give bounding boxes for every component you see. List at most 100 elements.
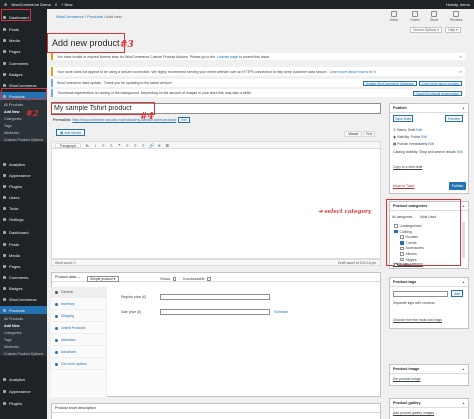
collapse-icon[interactable]: ▲ [462,204,465,208]
toolbar-button-icon[interactable]: 🔗 [149,143,154,148]
sidebar-item-tags[interactable]: Tags [0,336,47,343]
add-gallery-images-link[interactable]: Add product gallery images [393,411,434,415]
category-clothing[interactable]: Clothing [394,230,412,234]
category-checkbox[interactable] [400,252,404,256]
sidebar-item-plugins[interactable]: Plugins [0,182,47,190]
sidebar-item-plugins[interactable]: Plugins [0,399,47,407]
sidebar-item-settings[interactable]: Settings [0,215,47,223]
inbox-icon[interactable]: Inbox [390,11,398,22]
virtual-option[interactable]: Virtual: [160,277,176,281]
permalink-edit-button[interactable]: Edit [178,117,190,123]
sidebar-item-categories[interactable]: Categories [0,115,47,122]
toolbar-button-icon[interactable]: ⊞ [165,143,169,148]
add-tag-button[interactable]: Add [451,290,463,297]
category-t-shirts[interactable]: T-shirts [400,241,417,245]
sidebar-item-analytics[interactable]: Analytics [0,375,47,383]
tab-shipping[interactable]: Shipping [51,311,107,322]
category-singles[interactable]: Singles [400,258,417,262]
publish-button[interactable]: Publish [449,182,466,190]
stock-icon[interactable]: Stock [430,11,438,22]
cancel-thumbnail-button[interactable]: Cancel thumbnail regeneration [412,90,462,96]
downloadable-option[interactable]: Downloadable: [183,277,211,281]
tab-linked-products[interactable]: Linked Products [51,323,107,334]
toolbar-button-icon[interactable]: ✕ [157,143,161,148]
tag-input[interactable] [393,291,448,297]
new-content-link[interactable]: + New [61,2,72,7]
sidebar-item-comments[interactable]: Comments [0,59,47,67]
sidebar-item-custom-product-options[interactable]: Custom Product Options [0,350,47,357]
toolbar-button-icon[interactable]: B [85,143,89,148]
tab-most-used[interactable]: Most Used [420,215,436,219]
downloadable-checkbox[interactable] [207,277,211,281]
sidebar-item-comments[interactable]: Comments [0,273,47,281]
sidebar-item-appearance[interactable]: Appearance [0,171,47,179]
tab-get-more-options[interactable]: Get more options [51,359,107,370]
editor-content-area[interactable] [51,149,381,259]
tab-all-categories[interactable]: All categories [392,215,412,219]
sidebar-item-attributes[interactable]: Attributes [0,343,47,350]
tab-text[interactable]: Text [363,131,375,137]
sidebar-item-badges[interactable]: Badges [0,284,47,292]
tab-visual[interactable]: Visual [344,131,362,137]
add-category-link[interactable]: + Add new category [393,262,423,266]
site-name-link[interactable]: WooCommerce Demo [11,2,51,7]
sidebar-item-pages[interactable]: Pages [0,47,47,55]
sidebar-item-appearance[interactable]: Appearance [0,387,47,395]
category-checkbox[interactable] [400,241,404,245]
sidebar-item-badges[interactable]: Badges [0,70,47,78]
sidebar-item-posts[interactable]: Posts [0,240,47,248]
move-to-trash-link[interactable]: Move to Trash [393,184,414,188]
tab-advanced[interactable]: Advanced [51,347,107,358]
publish-time-edit-link[interactable]: Edit [428,142,434,146]
sidebar-item-tags[interactable]: Tags [0,122,47,129]
choose-tags-link[interactable]: Choose from the most used tags [393,318,442,322]
sidebar-item-media[interactable]: Media [0,251,47,259]
set-product-image-link[interactable]: Set product image [393,377,421,381]
tab-inventory[interactable]: Inventory [51,299,107,310]
save-draft-button[interactable]: Save Draft [393,115,413,122]
toolbar-button-icon[interactable]: ≡ [101,143,105,148]
learn-updates-button[interactable]: Learn more about updates [418,80,462,86]
dismiss-icon[interactable]: ✕ [459,55,462,59]
collapse-icon[interactable]: ▲ [462,367,465,371]
sidebar-item-custom-product-options[interactable]: Custom Product Options [0,136,47,143]
screen-options-button[interactable]: Screen Options ▾ [410,27,442,33]
toolbar-button-icon[interactable]: ≡ [125,143,129,148]
add-media-button[interactable]: ▣ Add Media [56,129,85,136]
category-checkbox[interactable] [394,229,398,234]
comments-count[interactable]: 0 [55,2,57,7]
reviews-icon[interactable]: Reviews [450,11,462,22]
regular-price-input[interactable] [160,294,270,300]
sidebar-item-woocommerce[interactable]: WooCommerce [0,295,47,303]
sidebar-item-tools[interactable]: Tools [0,204,47,212]
category-checkbox[interactable] [400,257,404,262]
license-page-link[interactable]: License page [217,55,238,59]
sidebar-item-dashboard[interactable]: Dashboard [0,228,47,236]
sidebar-item-media[interactable]: Media [0,36,47,44]
sidebar-item-analytics[interactable]: Analytics [0,160,47,168]
sidebar-item-add-new[interactable]: Add New [0,108,47,115]
status-edit-link[interactable]: Edit [416,128,422,132]
sidebar-item-all-products[interactable]: All Products [0,101,47,108]
preview-button[interactable]: Preview [445,115,463,122]
orders-icon[interactable]: Orders [410,11,420,22]
sidebar-item-users[interactable]: Users [0,193,47,201]
breadcrumb-woocommerce[interactable]: WooCommerce [56,14,84,19]
toolbar-button-icon[interactable]: ≡ [133,143,137,148]
format-select[interactable]: Paragraph [55,142,82,148]
visibility-edit-link[interactable]: Edit [421,135,427,139]
schedule-link[interactable]: Schedule [274,310,288,314]
toolbar-button-icon[interactable]: I [93,143,97,148]
categories-scrollbar[interactable] [462,222,465,258]
sidebar-item-posts[interactable]: Posts [0,25,47,33]
category-accessories[interactable]: Accessories [400,246,424,250]
category-checkbox[interactable] [400,235,404,239]
sidebar-item-pages[interactable]: Pages [0,262,47,270]
toolbar-button-icon[interactable]: ≡ [141,143,145,148]
toolbar-button-icon[interactable]: ≡ [109,143,113,148]
product-type-select[interactable]: Simple product ▾ [87,276,119,282]
collapse-icon[interactable]: ▲ [462,280,465,284]
sidebar-item-categories[interactable]: Categories [0,329,47,336]
category-checkbox[interactable] [400,246,404,251]
tab-general[interactable]: General [51,287,107,298]
